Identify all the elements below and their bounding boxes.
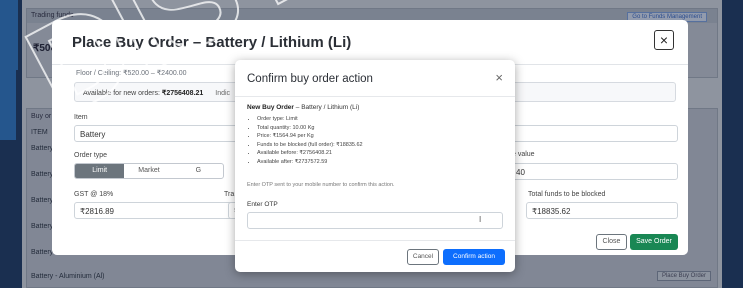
order-value-field[interactable]: 40 [510, 163, 678, 180]
order-details-list: Order type: Limit Total quantity: 10.00 … [247, 115, 363, 167]
cancel-button[interactable]: Cancel [407, 249, 439, 265]
order-type-limit[interactable]: Limit [75, 164, 125, 178]
gst-label: GST @ 18% [74, 191, 114, 198]
text-cursor-icon: I [479, 215, 482, 224]
order-type-selector: Limit Market G [74, 163, 224, 179]
close-button[interactable]: Close [596, 234, 627, 250]
summary-heading-bold: New Buy Order [247, 104, 294, 111]
total-blocked-field: ₹18835.62 [526, 202, 678, 219]
list-item: Price: ₹1564.94 per Kg [257, 132, 363, 141]
confirm-title: Confirm buy order action [247, 73, 373, 85]
otp-instruction: Enter OTP sent to your mobile number to … [247, 182, 395, 188]
divider [235, 96, 515, 97]
close-icon[interactable]: × [495, 70, 503, 85]
otp-input[interactable] [247, 212, 503, 229]
list-item: Available before: ₹2756408.21 [257, 149, 363, 158]
total-blocked-label: Total funds to be blocked [528, 191, 606, 198]
available-label: Available for new orders: [83, 90, 160, 97]
order-type-other[interactable]: G [174, 164, 223, 178]
save-order-button[interactable]: Save Order [630, 234, 678, 250]
list-item: Available after: ₹2737572.59 [257, 158, 363, 167]
modal-title: Place Buy Order – Battery / Lithium (Li) [72, 34, 352, 51]
list-item: Total quantity: 10.00 Kg [257, 124, 363, 133]
confirm-modal: Confirm buy order action × New Buy Order… [235, 60, 515, 272]
order-type-market[interactable]: Market [124, 164, 173, 178]
order-value-label: e value [512, 151, 535, 158]
close-icon[interactable]: × [654, 30, 674, 50]
summary-heading-item: – Battery / Lithium (Li) [293, 104, 360, 111]
divider [235, 240, 515, 241]
floor-ceiling-text: Floor / Ceiling: ₹520.00 – ₹2400.00 [76, 70, 187, 77]
list-item: Order type: Limit [257, 115, 363, 124]
gst-field: ₹2816.89 [74, 202, 234, 219]
trade-label: Tra [224, 191, 235, 198]
item-label: Item [74, 114, 88, 121]
confirm-action-button[interactable]: Confirm action [443, 249, 505, 265]
order-summary-heading: New Buy Order – Battery / Lithium (Li) [247, 104, 359, 111]
list-item: Funds to be blocked (full order): ₹18835… [257, 141, 363, 150]
order-type-label: Order type [74, 152, 108, 159]
indicative-text: Indic [215, 90, 231, 97]
otp-label: Enter OTP [247, 201, 278, 208]
available-value: ₹2756408.21 [161, 90, 204, 97]
